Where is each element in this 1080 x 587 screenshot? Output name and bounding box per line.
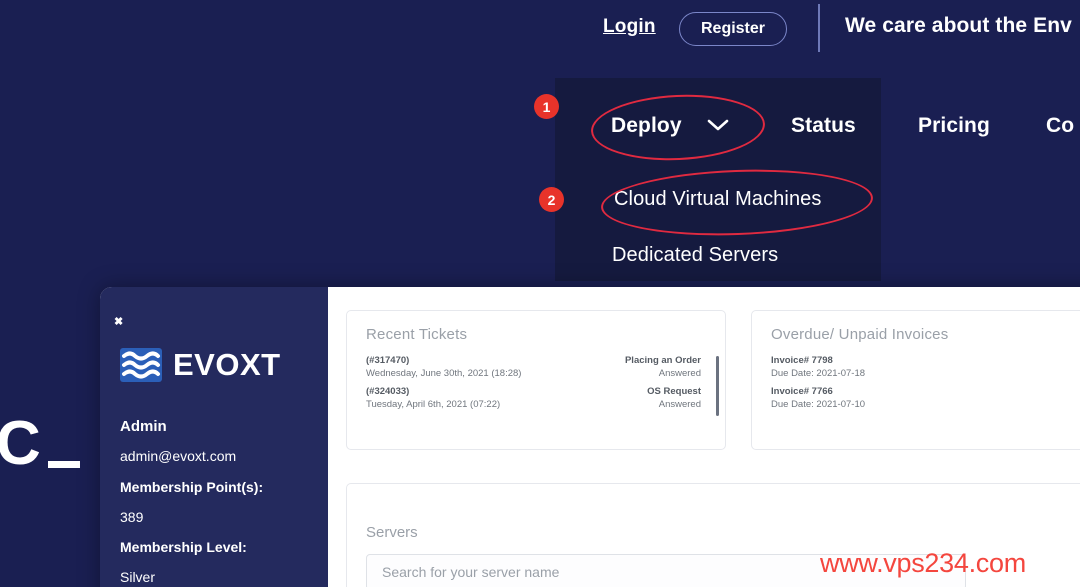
ticket-status: Answered (647, 398, 701, 411)
nav-item-pricing[interactable]: Pricing (918, 114, 990, 138)
ticket-id: (#317470) (366, 354, 521, 367)
invoice-number: Invoice# 7766 (771, 385, 865, 398)
overdue-invoices-title: Overdue/ Unpaid Invoices (771, 326, 948, 343)
recent-tickets-title: Recent Tickets (366, 326, 467, 343)
ticket-date: Tuesday, April 6th, 2021 (07:22) (366, 398, 500, 411)
sidebar-level-label: Membership Level: (120, 539, 247, 555)
invoice-due-date: Due Date: 2021-07-18 (771, 367, 865, 380)
dashboard-sidebar: ✖ EVOXT Admin admin@evoxt.com Membership… (100, 287, 328, 587)
ticket-row[interactable]: (#324033) Tuesday, April 6th, 2021 (07:2… (366, 385, 711, 416)
ticket-subject: OS Request (647, 385, 701, 398)
ticket-id: (#324033) (366, 385, 500, 398)
ticket-date: Wednesday, June 30th, 2021 (18:28) (366, 367, 521, 380)
sidebar-username: Admin (120, 418, 167, 435)
ticket-row[interactable]: (#317470) Wednesday, June 30th, 2021 (18… (366, 354, 711, 385)
dashboard-panel: ✖ EVOXT Admin admin@evoxt.com Membership… (100, 287, 1080, 587)
sidebar-level-value: Silver (120, 569, 155, 585)
annotation-badge-2: 2 (539, 187, 564, 212)
ticket-status: Answered (625, 367, 701, 380)
overdue-invoices-list: Invoice# 7798 Due Date: 2021-07-18 Unp $… (771, 354, 1080, 416)
watermark: www.vps234.com (820, 548, 1026, 579)
page-root: Login Register We care about the Env Clo… (0, 0, 1080, 587)
invoice-row[interactable]: Invoice# 7798 Due Date: 2021-07-18 Unp $ (771, 354, 1080, 385)
ticket-subject: Placing an Order (625, 354, 701, 367)
recent-tickets-card: Recent Tickets (#317470) Wednesday, June… (346, 310, 726, 450)
sidebar-points-value: 389 (120, 509, 143, 525)
invoice-row[interactable]: Invoice# 7766 Due Date: 2021-07-10 Unp $ (771, 385, 1080, 416)
hero-heading-partial: C (0, 413, 41, 475)
close-icon[interactable]: ✖ (114, 317, 123, 328)
evoxt-logo[interactable]: EVOXT (120, 347, 281, 383)
server-search-placeholder: Search for your server name (382, 564, 559, 580)
invoice-number: Invoice# 7798 (771, 354, 865, 367)
sidebar-email: admin@evoxt.com (120, 448, 236, 464)
overdue-invoices-card: Overdue/ Unpaid Invoices Invoice# 7798 D… (751, 310, 1080, 450)
recent-tickets-list: (#317470) Wednesday, June 30th, 2021 (18… (366, 354, 711, 416)
nav-item-contact[interactable]: Co (1046, 114, 1074, 138)
wave-logo-icon (120, 348, 162, 382)
main-navigation: Cloud Virtual Machines Dedicated Servers… (0, 0, 1080, 290)
invoice-due-date: Due Date: 2021-07-10 (771, 398, 865, 411)
tickets-scrollbar[interactable] (716, 356, 719, 416)
annotation-badge-1: 1 (534, 94, 559, 119)
sidebar-points-label: Membership Point(s): (120, 479, 263, 495)
servers-title: Servers (366, 524, 418, 541)
dropdown-item-dedicated-servers[interactable]: Dedicated Servers (612, 244, 778, 267)
nav-item-status[interactable]: Status (791, 114, 856, 138)
hero-heading-dash (48, 461, 80, 468)
evoxt-logo-text: EVOXT (173, 347, 281, 383)
